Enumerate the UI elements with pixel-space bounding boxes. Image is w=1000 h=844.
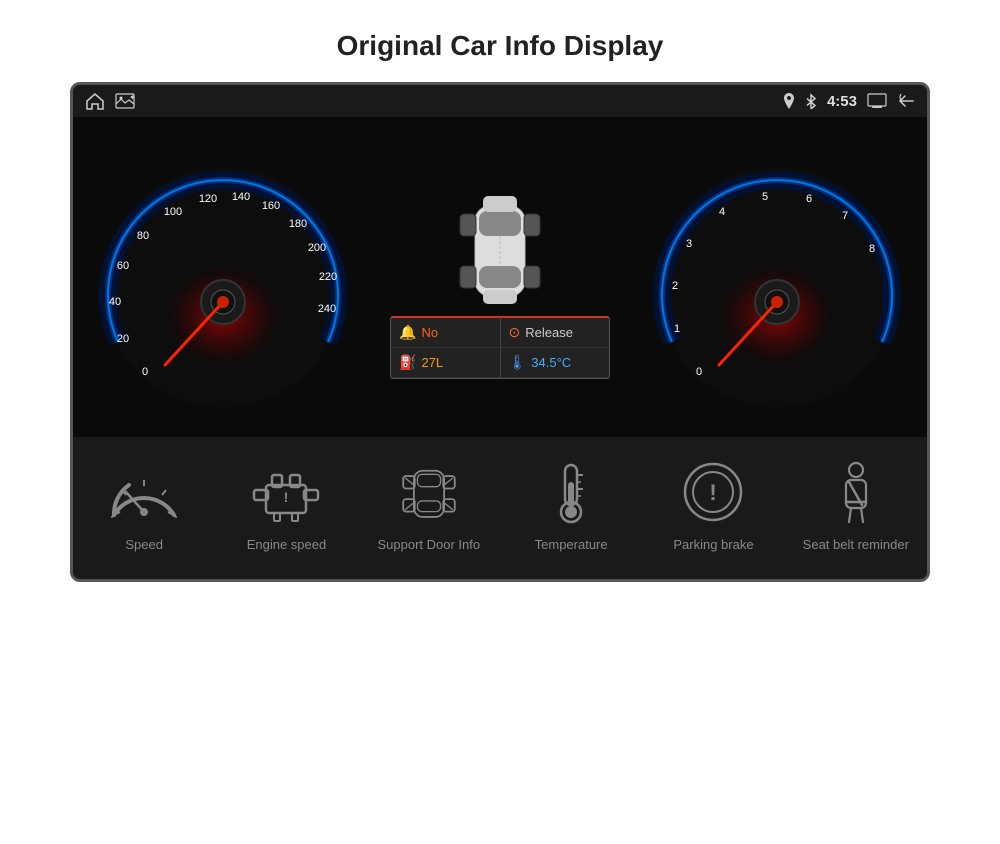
seatbelt-icon-area — [816, 457, 896, 527]
thermometer-icon — [531, 460, 611, 525]
fuel-icon: ⛽ — [399, 354, 416, 371]
speedometer: 0 20 40 60 80 100 120 140 160 180 200 22… — [93, 137, 353, 417]
svg-text:!: ! — [284, 489, 289, 505]
svg-text:6: 6 — [806, 193, 812, 205]
feature-door-info: Support Door Info — [364, 457, 494, 554]
clock-display: 4:53 — [827, 93, 857, 110]
feature-temp-label: Temperature — [535, 537, 608, 554]
center-panel: 🔔 No ⊙ Release ⛽ 27L — [353, 176, 647, 379]
feature-seatbelt: Seat belt reminder — [791, 457, 921, 554]
gauge-area: 0 20 40 60 80 100 120 140 160 180 200 22… — [73, 117, 927, 437]
back-icon — [897, 93, 915, 109]
engine-icon: ! — [246, 460, 326, 525]
svg-text:1: 1 — [674, 323, 680, 335]
svg-text:160: 160 — [262, 200, 280, 212]
speed-icon-area — [104, 457, 184, 527]
svg-text:✦: ✦ — [129, 93, 135, 102]
dashboard-screen: ✦ 4:53 — [70, 82, 930, 582]
parking-cell: ⊙ Release — [501, 318, 610, 348]
screen-mirror-icon — [867, 93, 887, 109]
svg-text:!: ! — [710, 480, 717, 505]
svg-text:180: 180 — [289, 218, 307, 230]
svg-text:40: 40 — [109, 296, 121, 308]
svg-text:3: 3 — [686, 238, 692, 250]
info-row-2: ⛽ 27L 🌡 34.5°C — [391, 348, 609, 378]
svg-text:20: 20 — [117, 333, 129, 345]
temp-cell: 🌡 34.5°C — [501, 348, 610, 378]
feature-door-label: Support Door Info — [378, 537, 481, 554]
temp-value: 34.5°C — [531, 355, 571, 370]
feature-parking-brake: ! Parking brake — [648, 457, 778, 554]
svg-text:7: 7 — [842, 210, 848, 222]
tachometer: 0 1 2 3 4 5 6 7 8 — [647, 137, 907, 417]
features-panel: Speed ! — [73, 437, 927, 579]
seatbelt-cell: 🔔 No — [391, 318, 501, 348]
brake-icon-area: ! — [673, 457, 753, 527]
feature-seatbelt-label: Seat belt reminder — [803, 537, 909, 554]
car-info-box: 🔔 No ⊙ Release ⛽ 27L — [390, 316, 610, 379]
parking-brake-icon: ! — [673, 460, 753, 525]
temp-icon: 🌡 — [509, 354, 527, 371]
svg-text:0: 0 — [142, 366, 148, 378]
svg-text:220: 220 — [319, 271, 337, 283]
parking-icon: ⊙ — [509, 324, 521, 341]
door-icon-area — [389, 457, 469, 527]
svg-text:0: 0 — [696, 366, 702, 378]
svg-text:60: 60 — [117, 260, 129, 272]
speed-icon — [104, 460, 184, 525]
seatbelt-icon — [816, 460, 896, 525]
feature-brake-label: Parking brake — [673, 537, 753, 554]
svg-text:8: 8 — [869, 243, 875, 255]
svg-text:120: 120 — [199, 193, 217, 205]
fuel-cell: ⛽ 27L — [391, 348, 501, 378]
status-bar-right: 4:53 — [783, 93, 915, 110]
home-icon — [85, 92, 105, 110]
svg-text:80: 80 — [137, 230, 149, 242]
seatbelt-icon: 🔔 — [399, 324, 416, 341]
car-top-view — [455, 186, 545, 306]
svg-text:100: 100 — [164, 206, 182, 218]
page-container: Original Car Info Display ✦ — [0, 0, 1000, 844]
feature-temperature: Temperature — [506, 457, 636, 554]
info-row-1: 🔔 No ⊙ Release — [391, 318, 609, 348]
temp-icon-area — [531, 457, 611, 527]
page-title: Original Car Info Display — [337, 30, 664, 62]
feature-engine-label: Engine speed — [247, 537, 327, 554]
status-bar-left: ✦ — [85, 92, 135, 110]
svg-text:5: 5 — [762, 191, 768, 203]
fuel-value: 27L — [421, 355, 443, 370]
parking-value: Release — [525, 325, 573, 340]
svg-text:140: 140 — [232, 191, 250, 203]
svg-text:4: 4 — [719, 206, 725, 218]
feature-speed-label: Speed — [125, 537, 163, 554]
svg-text:200: 200 — [308, 242, 326, 254]
seatbelt-value: No — [421, 325, 438, 340]
feature-speed: Speed — [79, 457, 209, 554]
location-icon — [783, 93, 795, 109]
feature-engine-speed: ! Engine speed — [221, 457, 351, 554]
door-icon — [389, 460, 469, 525]
svg-text:240: 240 — [318, 303, 336, 315]
bluetooth-icon — [805, 93, 817, 109]
svg-text:2: 2 — [672, 280, 678, 292]
status-bar: ✦ 4:53 — [73, 85, 927, 117]
engine-icon-area: ! — [246, 457, 326, 527]
image-icon: ✦ — [115, 93, 135, 109]
